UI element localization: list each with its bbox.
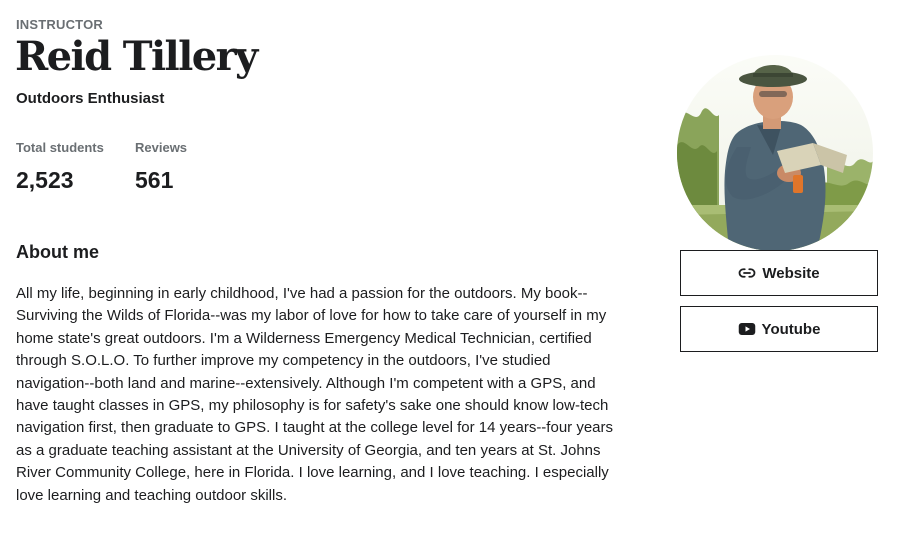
stat-students-value: 2,523 [16, 167, 74, 193]
youtube-icon [738, 320, 756, 338]
stat-reviews-label: Reviews [135, 140, 188, 155]
stat-reviews: Reviews 561 [135, 140, 187, 194]
instructor-headline: Outdoors Enthusiast [16, 90, 165, 107]
website-button[interactable]: Website [680, 250, 878, 296]
youtube-button-label: Youtube [761, 320, 821, 338]
website-button-label: Website [762, 264, 820, 282]
stat-students-label: Total students [16, 140, 104, 155]
instructor-avatar [677, 55, 873, 251]
stat-reviews-value: 561 [135, 167, 174, 193]
instructor-profile-page: INSTRUCTOR Reid Tillery Outdoors Enthusi… [0, 0, 900, 538]
youtube-button[interactable]: Youtube [680, 306, 878, 352]
link-icon [738, 264, 756, 282]
instructor-photo [677, 55, 873, 251]
stat-total-students: Total students 2,523 [16, 140, 104, 194]
instructor-name: Reid Tillery [15, 33, 258, 80]
about-heading: About me [16, 242, 99, 262]
about-bio: All my life, beginning in early childhoo… [16, 285, 613, 504]
